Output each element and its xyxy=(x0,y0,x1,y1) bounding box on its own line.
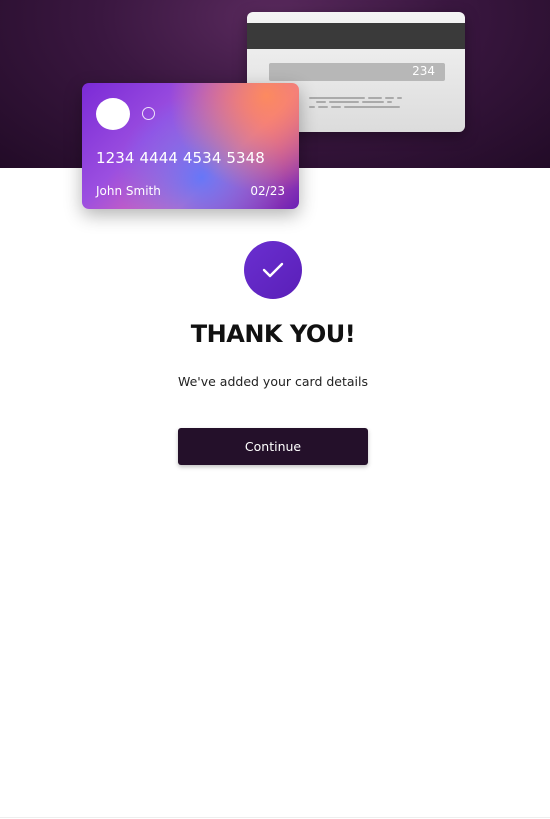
card-holder-name: John Smith xyxy=(96,184,161,198)
signature-strip: 234 xyxy=(269,63,445,81)
card-expiry: 02/23 xyxy=(250,184,285,198)
card-cvv: 234 xyxy=(412,64,435,78)
magnetic-stripe xyxy=(247,23,465,49)
card-number: 1234 4444 4534 5348 xyxy=(96,149,265,167)
success-badge xyxy=(244,241,302,299)
hero-banner: 234 1234 4444 4534 5348 John Smith 02/23 xyxy=(0,0,550,209)
confirmation-heading: THANK YOU! xyxy=(190,320,356,348)
check-icon xyxy=(262,262,284,278)
continue-button[interactable]: Continue xyxy=(178,428,368,465)
card-fine-print xyxy=(309,96,405,110)
confirmation-message: We've added your card details xyxy=(177,374,369,389)
card-front-illustration: 1234 4444 4534 5348 John Smith 02/23 xyxy=(82,83,299,209)
card-logo-ring-icon xyxy=(142,107,155,120)
card-logo-circle-icon xyxy=(96,98,130,130)
bottom-divider xyxy=(0,817,550,818)
